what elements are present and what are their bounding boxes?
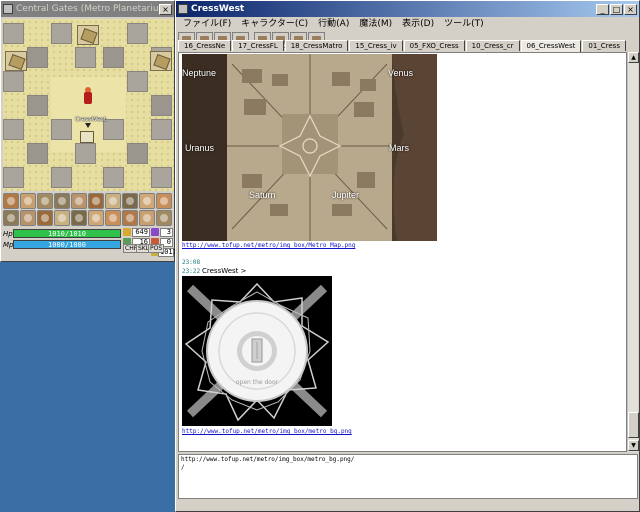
game-map-view[interactable]: CressWest xyxy=(3,19,174,191)
app-icon xyxy=(3,4,13,14)
menu-magic[interactable]: 魔法(M) xyxy=(354,17,397,31)
treasure-chest[interactable] xyxy=(5,51,27,71)
minimize-icon[interactable]: _ xyxy=(596,3,609,15)
scroll-icon[interactable] xyxy=(20,193,36,209)
planet-venus-label: Venus xyxy=(388,68,414,78)
pouch-icon[interactable] xyxy=(20,210,36,226)
chat-scrollbar[interactable]: ▲ ▼ xyxy=(627,52,639,452)
door-image: open the door xyxy=(182,276,332,426)
hand-icon[interactable] xyxy=(139,193,155,209)
tab-01-cress[interactable]: 01_Cress xyxy=(582,40,626,51)
scroll-icon[interactable] xyxy=(88,193,104,209)
bag-icon[interactable] xyxy=(71,210,87,226)
sign-icon[interactable] xyxy=(71,193,87,209)
maximize-icon[interactable]: □ xyxy=(610,3,623,15)
game-titlebar[interactable]: Central Gates (Metro Planetariu × xyxy=(1,1,174,17)
treasure-chest[interactable] xyxy=(150,51,172,71)
fist-icon[interactable] xyxy=(3,193,19,209)
box-icon[interactable] xyxy=(122,210,138,226)
mp-label: Mp xyxy=(3,241,14,249)
scroll-up-icon[interactable]: ▲ xyxy=(628,52,639,63)
channel-tabs: 16_CressNe 17_CressFL 18_CressMatro 15_Cres… xyxy=(178,40,637,52)
scroll-icon[interactable] xyxy=(105,193,121,209)
mp-bar: 1000/1000 xyxy=(13,240,121,249)
timestamp: 23:08 xyxy=(182,259,201,266)
speaker-name: CressWest > xyxy=(202,267,247,275)
player-character[interactable] xyxy=(82,87,94,109)
app-icon xyxy=(178,4,188,14)
menu-character[interactable]: キャラクター(C) xyxy=(236,17,313,31)
planet-saturn-label: Saturn xyxy=(249,190,276,200)
inventory-icon-bar xyxy=(3,193,174,227)
chat-input-text[interactable]: http://www.tofup.net/metro/img_box/metro… xyxy=(179,455,637,464)
menu-file[interactable]: ファイル(F) xyxy=(178,17,236,31)
metro-bg-link[interactable]: http://www.tofup.net/metro/img_box/metro… xyxy=(182,428,352,435)
close-icon[interactable]: × xyxy=(159,3,172,15)
tool-icon[interactable] xyxy=(88,210,104,226)
chat-input-caret-line: / xyxy=(181,464,185,471)
chat-log[interactable]: Neptune Venus Uranus Mars Saturn Jupiter… xyxy=(178,52,627,452)
bag-icon[interactable] xyxy=(54,210,70,226)
crown-icon[interactable] xyxy=(37,210,53,226)
planet-jupiter-label: Jupiter xyxy=(332,190,360,200)
chat-window: CressWest _ □ × ファイル(F) キャラクター(C) 行動(A) … xyxy=(175,0,640,512)
game-window: Central Gates (Metro Planetariu × CressW… xyxy=(0,0,177,262)
door-caption: open the door xyxy=(235,379,279,386)
menu-action[interactable]: 行動(A) xyxy=(313,17,354,31)
scroll-thumb[interactable] xyxy=(628,412,639,438)
sign-npc[interactable] xyxy=(80,131,94,143)
hp-label: Hp xyxy=(3,230,13,238)
tab-05-fxo-cress[interactable]: 05_FXO_Cress xyxy=(403,40,465,51)
gold-value: 649 xyxy=(132,228,150,237)
game-window-title: Central Gates (Metro Planetariu xyxy=(16,4,158,14)
scroll-down-icon[interactable]: ▼ xyxy=(628,440,639,451)
orb-icon[interactable] xyxy=(3,210,19,226)
player-marker-icon xyxy=(85,123,91,128)
chat-window-title: CressWest xyxy=(191,4,245,14)
avatar-icon[interactable] xyxy=(156,210,172,226)
hp-bar: 1010/1010 xyxy=(13,229,121,238)
scroll-icon[interactable] xyxy=(37,193,53,209)
mp-value: 1000/1000 xyxy=(48,241,86,249)
menu-view[interactable]: 表示(D) xyxy=(397,17,439,31)
tab-06-cresswest[interactable]: 06_CressWest xyxy=(520,40,582,52)
potion-value: 3 xyxy=(160,228,173,237)
player-name-label: CressWest xyxy=(75,116,107,123)
tab-18-cressmatro[interactable]: 18_CressMatro xyxy=(284,40,349,51)
tab-10-cress-cr[interactable]: 10_Cress_cr xyxy=(465,40,520,51)
scroll-icon[interactable] xyxy=(122,193,138,209)
planet-mars-label: Mars xyxy=(389,143,409,153)
chat-input[interactable]: http://www.tofup.net/metro/img_box/metro… xyxy=(178,454,638,499)
close-icon[interactable]: × xyxy=(624,3,637,15)
hp-value: 1010/1010 xyxy=(48,230,86,238)
metro-map-image: Neptune Venus Uranus Mars Saturn Jupiter xyxy=(182,54,437,241)
menu-bar: ファイル(F) キャラクター(C) 行動(A) 魔法(M) 表示(D) ツール(… xyxy=(176,17,639,31)
gold-icon xyxy=(123,228,131,236)
sign-icon[interactable] xyxy=(54,193,70,209)
planet-neptune-label: Neptune xyxy=(182,68,217,78)
treasure-chest[interactable] xyxy=(77,25,99,45)
planet-uranus-label: Uranus xyxy=(185,143,215,153)
tab-16-cressne[interactable]: 16_CressNe xyxy=(178,40,232,51)
metro-map-link[interactable]: http://www.tofup.net/metro/img_box/Metro… xyxy=(182,242,355,249)
potion-icon xyxy=(151,228,159,236)
pos-button[interactable]: POS xyxy=(148,244,165,253)
door-graphic xyxy=(182,276,332,426)
chat-titlebar[interactable]: CressWest _ □ × xyxy=(176,1,639,17)
gift-icon[interactable] xyxy=(139,210,155,226)
menu-tools[interactable]: ツール(T) xyxy=(439,17,489,31)
tab-15-cress-iv[interactable]: 15_Cress_iv xyxy=(349,40,403,51)
tab-17-cressfl[interactable]: 17_CressFL xyxy=(232,40,284,51)
figure-icon[interactable] xyxy=(156,193,172,209)
book-icon[interactable] xyxy=(105,210,121,226)
timestamp: 23:22 xyxy=(182,268,201,275)
